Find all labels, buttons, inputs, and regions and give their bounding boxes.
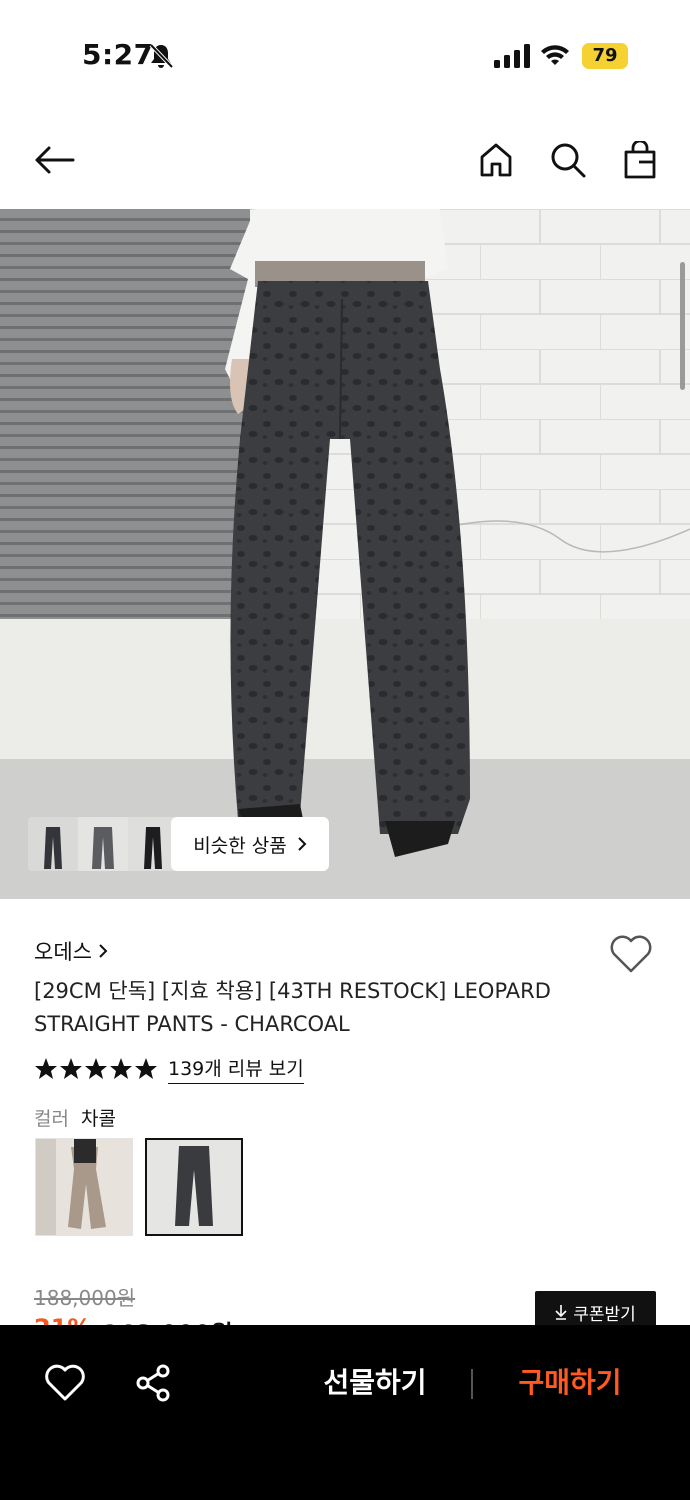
top-nav	[0, 120, 690, 200]
color-swatch-beige[interactable]	[35, 1138, 133, 1236]
download-icon	[555, 1305, 567, 1320]
similar-products-label: 비슷한 상품	[193, 834, 287, 857]
back-button[interactable]	[30, 136, 78, 184]
chevron-right-icon	[99, 944, 108, 958]
similar-thumbnails[interactable]	[28, 817, 178, 871]
chevron-right-icon	[298, 837, 307, 851]
arrow-left-icon	[35, 146, 75, 174]
product-title: [29CM 단독] [지효 착용] [43TH RESTOCK] LEOPARD…	[34, 979, 551, 1036]
similar-products-button[interactable]: 비슷한 상품	[171, 817, 329, 871]
color-label: 컬러	[34, 1108, 69, 1130]
heart-icon[interactable]	[44, 1362, 86, 1404]
star-icon	[85, 1058, 107, 1079]
wifi-icon	[541, 45, 569, 65]
status-bar: 5:27 79	[0, 0, 690, 110]
status-time: 5:27	[82, 38, 154, 71]
star-icon	[60, 1058, 82, 1079]
similar-thumb	[78, 817, 128, 871]
swatch-image	[147, 1140, 241, 1234]
product-photo	[0, 209, 690, 899]
brand-name: 오데스	[34, 940, 92, 964]
share-icon[interactable]	[132, 1362, 174, 1404]
brand-link[interactable]: 오데스	[34, 936, 108, 966]
original-price: 188,000원	[34, 1286, 136, 1310]
product-image[interactable]	[0, 209, 690, 899]
shopping-bag-icon	[624, 141, 656, 179]
review-link[interactable]: 139개 리뷰 보기	[168, 1054, 304, 1084]
search-button[interactable]	[544, 136, 592, 184]
scroll-indicator[interactable]	[680, 262, 685, 390]
cart-button[interactable]	[616, 136, 664, 184]
color-row: 컬러 차콜	[34, 1104, 116, 1131]
color-value: 차콜	[80, 1108, 116, 1130]
buy-button[interactable]: 구매하기	[490, 1361, 650, 1405]
signal-icon	[494, 44, 530, 68]
swatch-image	[36, 1139, 132, 1235]
star-icon	[110, 1058, 132, 1079]
bottom-action-bar: 선물하기 구매하기	[0, 1325, 690, 1500]
heart-icon[interactable]	[608, 934, 654, 974]
star-icon	[135, 1058, 157, 1079]
home-button[interactable]	[472, 136, 520, 184]
divider	[471, 1369, 473, 1399]
star-rating	[34, 1057, 158, 1081]
coupon-label: 쿠폰받기	[573, 1304, 636, 1325]
gift-button[interactable]: 선물하기	[300, 1361, 450, 1405]
star-icon	[35, 1058, 57, 1079]
battery-badge: 79	[582, 43, 628, 69]
bell-slash-icon	[149, 43, 174, 69]
search-icon	[551, 143, 586, 178]
color-swatch-charcoal[interactable]	[145, 1138, 243, 1236]
rating-row: 139개 리뷰 보기	[34, 1054, 304, 1084]
similar-thumb	[28, 817, 78, 871]
home-icon	[480, 143, 512, 177]
